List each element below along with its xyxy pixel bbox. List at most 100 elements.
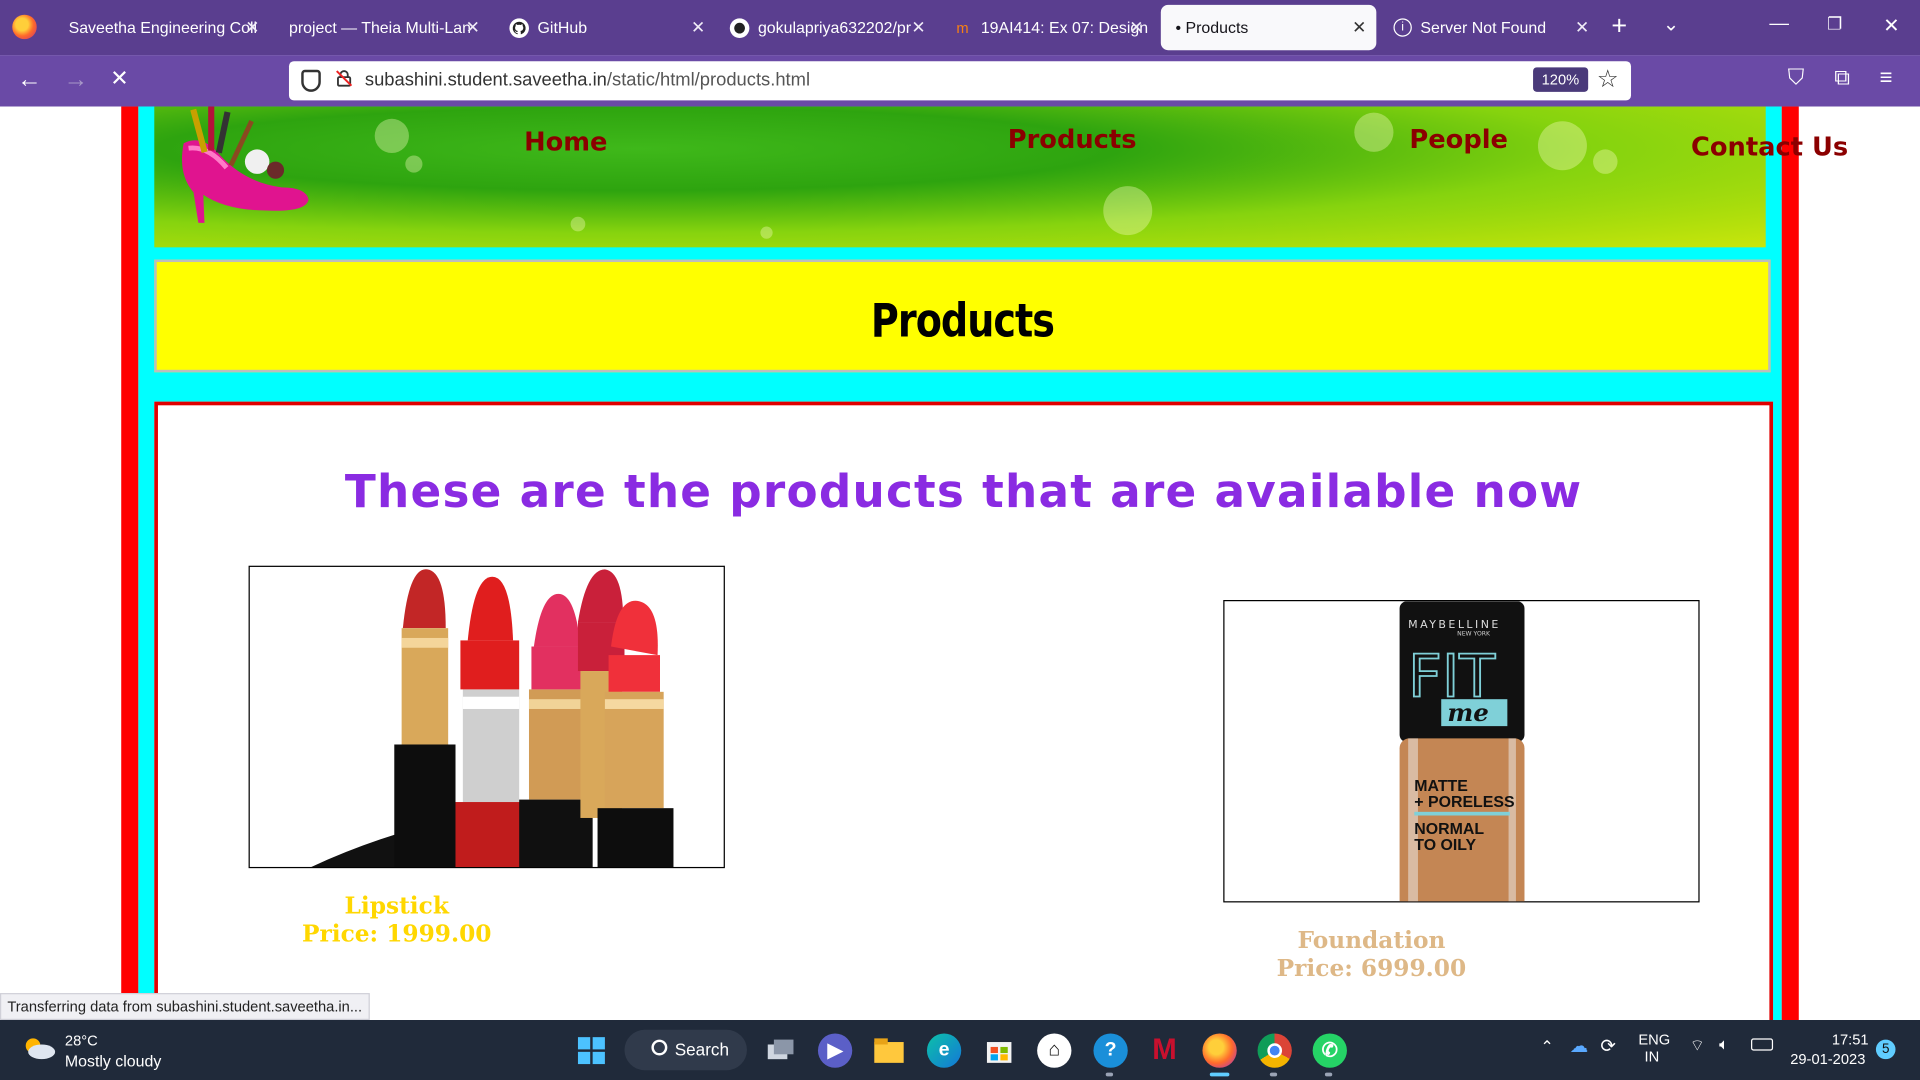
chevron-up-icon[interactable]: ⌃ <box>1540 1037 1553 1057</box>
new-tab-icon[interactable]: + <box>1611 12 1627 39</box>
chevron-down-icon[interactable]: ⌄ <box>1663 12 1679 36</box>
logo-shoe-icon <box>181 106 309 223</box>
browser-tab-strip: Saveetha Engineering Coll ✕ project — Th… <box>0 0 1920 56</box>
tab-label: 19AI414: Ex 07: Design <box>980 18 1149 37</box>
nav-contact-link[interactable]: Contact Us <box>1691 132 1848 161</box>
zoom-indicator[interactable]: 120% <box>1533 67 1588 92</box>
chat-icon[interactable]: ▶ <box>817 1033 853 1068</box>
minimize-icon[interactable]: — <box>1769 13 1789 35</box>
back-icon[interactable]: ← <box>17 66 41 94</box>
stop-icon[interactable]: ✕ <box>110 66 128 92</box>
lipstick-illustration <box>311 569 674 867</box>
label-line4: TO OILY <box>1414 837 1476 854</box>
tab-server-not-found[interactable]: i Server Not Found ✕ <box>1379 5 1599 50</box>
close-icon[interactable]: ✕ <box>245 17 259 38</box>
header-banner: Home Products People <box>154 106 1766 248</box>
browser-toolbar: ← → ✕ subashini.student.saveetha.in/stat… <box>0 55 1920 107</box>
label-line2: + PORELESS <box>1414 794 1514 811</box>
product-name: Lipstick <box>344 892 449 920</box>
close-icon[interactable]: ✕ <box>1129 17 1143 38</box>
close-icon[interactable]: ✕ <box>466 17 480 38</box>
status-tooltip: Transferring data from subashini.student… <box>0 993 370 1021</box>
task-view-icon[interactable] <box>764 1033 798 1067</box>
address-bar[interactable]: subashini.student.saveetha.in/static/htm… <box>288 61 1632 101</box>
github-desktop-icon[interactable]: ⌂ <box>1037 1033 1072 1068</box>
nav-people-link[interactable]: People <box>1409 125 1508 154</box>
nav-home-link[interactable]: Home <box>524 127 607 156</box>
active-app-indicator <box>1209 1072 1230 1077</box>
edge-icon[interactable]: e <box>926 1033 962 1068</box>
taskbar-search[interactable]: Search <box>624 1029 747 1071</box>
forward-icon[interactable]: → <box>64 66 88 94</box>
bookmark-star-icon[interactable]: ☆ <box>1597 64 1619 95</box>
lang-code: ENG <box>1638 1031 1671 1049</box>
mcafee-icon[interactable]: M <box>1147 1033 1181 1067</box>
tab-theia[interactable]: project — Theia Multi-Lan ✕ <box>274 5 490 50</box>
wifi-icon[interactable]: ⌔ <box>1690 1036 1705 1056</box>
weather-desc[interactable]: Mostly cloudy <box>65 1052 161 1070</box>
chrome-icon[interactable] <box>1257 1033 1292 1068</box>
tab-saveetha[interactable]: Saveetha Engineering Coll ✕ <box>54 5 270 50</box>
me-text: me <box>1447 698 1488 727</box>
sync-icon[interactable]: ⟳ <box>1600 1035 1615 1057</box>
firefox-menu-icon[interactable] <box>12 14 37 40</box>
foundation-image: MAYBELLINE NEW YORK FIT me MATTE + POREL… <box>1223 600 1700 903</box>
lock-insecure-icon[interactable] <box>336 70 353 87</box>
tab-github[interactable]: GitHub ✕ <box>495 5 715 50</box>
product-price: Price: 6999.00 <box>1276 955 1467 983</box>
extensions-icon[interactable]: ⧉ <box>1834 65 1850 91</box>
notification-badge[interactable]: 5 <box>1875 1039 1896 1060</box>
clock-date[interactable]: 29-01-2023 <box>1790 1051 1865 1068</box>
windows-start-icon[interactable] <box>574 1033 608 1067</box>
moodle-icon: m <box>956 18 969 37</box>
volume-icon[interactable]: 🔈︎ <box>1719 1035 1729 1055</box>
onedrive-icon[interactable]: ☁ <box>1570 1035 1588 1057</box>
close-window-icon[interactable]: ✕ <box>1883 13 1899 37</box>
windows-taskbar: 28°C Mostly cloudy Search ▶ e ⌂ ? M ✆ ⌃ … <box>0 1020 1920 1080</box>
nav-products-link[interactable]: Products <box>1008 125 1137 154</box>
tab-label: • Products <box>1175 18 1249 37</box>
page-title-box: Products <box>154 259 1771 373</box>
language-indicator[interactable]: ENG IN <box>1638 1031 1670 1065</box>
restore-icon[interactable]: ❐ <box>1827 13 1842 34</box>
tab-label: gokulapriya632202/pr <box>757 18 912 37</box>
url-text[interactable]: subashini.student.saveetha.in/static/htm… <box>365 70 810 91</box>
cloudy-weather-icon[interactable] <box>22 1036 56 1060</box>
whatsapp-icon[interactable]: ✆ <box>1312 1033 1347 1068</box>
tab-products[interactable]: • Products ✕ <box>1160 4 1377 51</box>
tab-label: project — Theia Multi-Lan <box>288 18 471 37</box>
tab-label: Server Not Found <box>1420 18 1547 37</box>
github-icon <box>729 17 750 38</box>
clock[interactable]: 17:51 <box>1832 1031 1869 1048</box>
url-path: /static/html/products.html <box>606 69 811 91</box>
firefox-icon[interactable] <box>1202 1033 1237 1068</box>
battery-icon[interactable] <box>1751 1038 1774 1051</box>
store-icon[interactable] <box>982 1033 1016 1067</box>
lang-region: IN <box>1644 1048 1660 1066</box>
tab-label: Saveetha Engineering Coll <box>68 18 258 37</box>
menu-icon[interactable]: ≡ <box>1880 65 1893 91</box>
help-icon[interactable]: ? <box>1093 1033 1128 1068</box>
app-indicator <box>1324 1072 1333 1077</box>
weather-temp[interactable]: 28°C <box>65 1032 98 1049</box>
tab-moodle[interactable]: m 19AI414: Ex 07: Design ✕ <box>938 5 1154 50</box>
brand-sub-text: NEW YORK <box>1457 631 1491 638</box>
close-icon[interactable]: ✕ <box>1575 17 1589 38</box>
product-price: Price: 1999.00 <box>301 920 492 948</box>
close-icon[interactable]: ✕ <box>1352 17 1366 38</box>
file-explorer-icon[interactable] <box>872 1033 906 1067</box>
search-icon <box>651 1039 668 1056</box>
close-icon[interactable]: ✕ <box>691 17 705 38</box>
page-border-right <box>1781 106 1799 1021</box>
brand-text: MAYBELLINE <box>1408 618 1501 631</box>
close-icon[interactable]: ✕ <box>911 17 925 38</box>
tab-github-repo[interactable]: gokulapriya632202/pr ✕ <box>715 5 935 50</box>
page-border-left <box>121 106 139 1021</box>
screen: Saveetha Engineering Coll ✕ project — Th… <box>0 0 1920 1080</box>
label-line3: NORMAL <box>1414 821 1484 838</box>
shield-icon[interactable] <box>301 69 321 92</box>
clock-time: 17:51 <box>1831 1031 1869 1049</box>
label-line1: MATTE <box>1414 778 1468 795</box>
foundation-bottle: MAYBELLINE NEW YORK FIT me MATTE + POREL… <box>1399 601 1525 902</box>
pocket-icon[interactable]: ⛉ <box>1788 65 1805 91</box>
